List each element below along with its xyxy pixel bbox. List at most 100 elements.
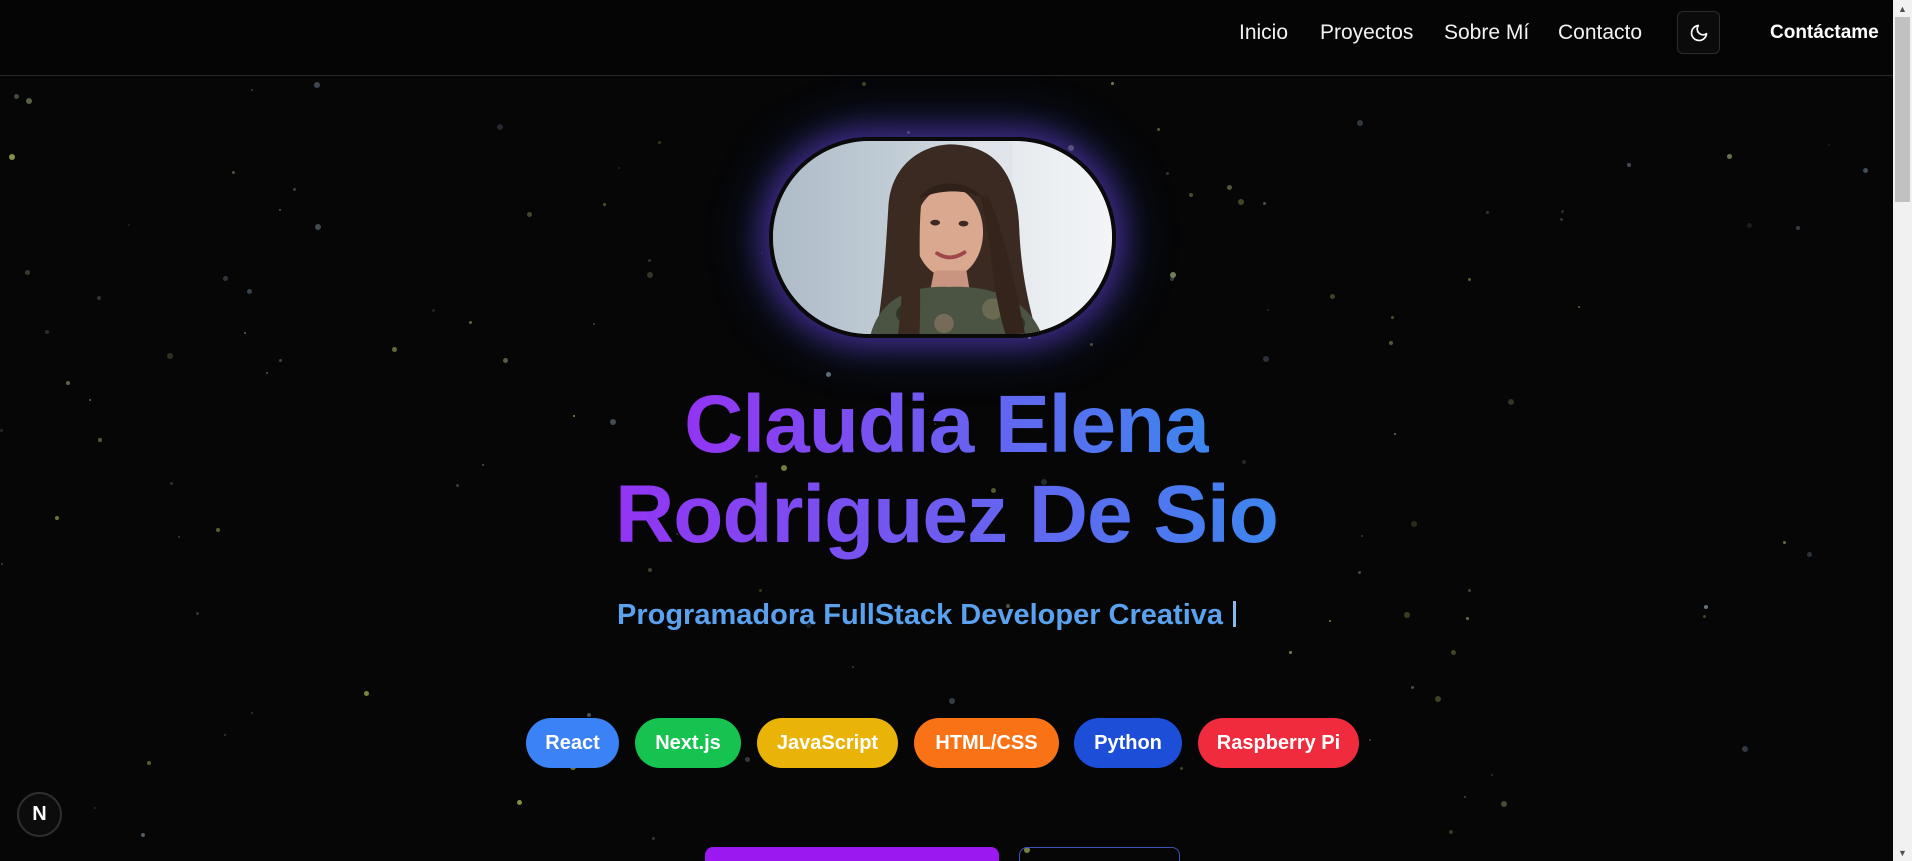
star-dot — [128, 224, 130, 226]
hero-subtitle: Programadora FullStack Developer Creativ… — [617, 599, 1237, 632]
star-dot — [1289, 651, 1292, 654]
star-dot — [1238, 199, 1244, 205]
nav-link-proyectos[interactable]: Proyectos — [1320, 21, 1413, 45]
scroll-down-arrow-icon[interactable]: ▼ — [1893, 844, 1912, 861]
star-dot — [826, 372, 831, 377]
star-dot — [1491, 774, 1493, 776]
scroll-up-arrow-icon[interactable]: ▲ — [1893, 0, 1912, 17]
star-dot — [1267, 309, 1269, 311]
star-dot — [652, 837, 655, 840]
site-header: Inicio Proyectos Sobre Mí Contacto Contá… — [0, 0, 1893, 76]
star-dot — [603, 203, 606, 206]
skills-list: React Next.js JavaScript HTML/CSS Python… — [0, 718, 1893, 768]
star-dot — [618, 167, 620, 169]
star-dot — [97, 296, 101, 300]
star-dot — [9, 154, 15, 160]
star-dot — [1703, 615, 1706, 618]
star-dot — [26, 98, 32, 104]
star-dot — [1389, 341, 1393, 345]
star-dot — [759, 589, 762, 592]
star-dot — [1111, 82, 1114, 85]
star-dot — [1330, 294, 1335, 299]
star-dot — [1466, 617, 1469, 620]
star-dot — [392, 347, 397, 352]
star-dot — [1170, 272, 1176, 278]
star-dot — [647, 272, 653, 278]
star-dot — [469, 321, 472, 324]
star-dot — [247, 289, 252, 294]
star-dot — [1501, 801, 1507, 807]
star-dot — [648, 568, 652, 572]
star-dot — [503, 358, 508, 363]
star-dot — [862, 82, 866, 86]
star-dot — [852, 666, 854, 668]
star-dot — [1435, 696, 1441, 702]
star-dot — [25, 270, 30, 275]
theme-toggle-button[interactable] — [1677, 11, 1720, 54]
star-dot — [1863, 168, 1868, 173]
star-dot — [517, 800, 522, 805]
profile-avatar — [769, 137, 1116, 338]
star-dot — [293, 188, 296, 191]
nav-link-contacto[interactable]: Contacto — [1558, 21, 1642, 45]
star-dot — [1227, 185, 1232, 190]
star-dot — [94, 807, 96, 809]
star-dot — [761, 252, 763, 254]
star-dot — [1464, 796, 1466, 798]
star-dot — [1560, 218, 1563, 221]
nav-link-inicio[interactable]: Inicio — [1239, 21, 1288, 45]
primary-action-button[interactable] — [705, 847, 999, 861]
star-dot — [1357, 120, 1363, 126]
star-dot — [314, 82, 320, 88]
star-dot — [1411, 686, 1414, 689]
scrollbar-thumb[interactable] — [1895, 17, 1910, 202]
page-scrollbar[interactable]: ▲ ▼ — [1893, 0, 1912, 861]
nav-link-sobre-mi[interactable]: Sobre Mí — [1444, 21, 1529, 45]
star-dot — [1157, 128, 1160, 131]
hero-name-line2: Rodriguez De Sio — [615, 469, 1279, 560]
star-dot — [527, 212, 532, 217]
star-dot — [1828, 144, 1830, 146]
star-dot — [593, 323, 595, 325]
star-dot — [1627, 163, 1631, 167]
star-dot — [497, 124, 503, 130]
star-dot — [364, 691, 369, 696]
typing-caret — [1233, 601, 1237, 627]
skill-pill-html-css[interactable]: HTML/CSS — [914, 718, 1059, 768]
profile-photo — [773, 141, 1112, 334]
star-dot — [232, 171, 235, 174]
star-dot — [1263, 202, 1266, 205]
star-dot — [279, 209, 281, 211]
star-dot — [251, 712, 253, 714]
star-dot — [279, 359, 282, 362]
star-dot — [1704, 605, 1708, 609]
star-dot — [1170, 277, 1174, 281]
star-dot — [1263, 356, 1269, 362]
page-viewport: Inicio Proyectos Sobre Mí Contacto Contá… — [0, 0, 1893, 861]
skill-pill-raspberry-pi[interactable]: Raspberry Pi — [1198, 718, 1359, 768]
star-dot — [1, 563, 3, 565]
star-dot — [1404, 612, 1410, 618]
nextjs-dev-badge[interactable]: N — [17, 792, 62, 837]
star-dot — [1090, 343, 1093, 346]
star-dot — [1358, 571, 1361, 574]
contact-cta-link[interactable]: Contáctame — [1770, 22, 1879, 44]
star-dot — [1796, 226, 1800, 230]
star-dot — [1727, 154, 1732, 159]
hero-name-line1: Claudia Elena — [684, 379, 1210, 470]
star-dot — [141, 833, 145, 837]
skill-pill-react[interactable]: React — [526, 718, 619, 768]
star-dot — [1391, 316, 1394, 319]
star-dot — [1468, 589, 1471, 592]
star-dot — [1329, 620, 1331, 622]
moon-icon — [1690, 24, 1707, 41]
skill-pill-python[interactable]: Python — [1074, 718, 1182, 768]
star-dot — [196, 612, 199, 615]
star-dot — [1068, 145, 1074, 151]
secondary-action-button[interactable] — [1019, 847, 1180, 861]
star-dot — [315, 224, 321, 230]
star-dot — [223, 276, 228, 281]
star-dot — [1449, 830, 1453, 834]
skill-pill-javascript[interactable]: JavaScript — [757, 718, 898, 768]
skill-pill-nextjs[interactable]: Next.js — [635, 718, 741, 768]
